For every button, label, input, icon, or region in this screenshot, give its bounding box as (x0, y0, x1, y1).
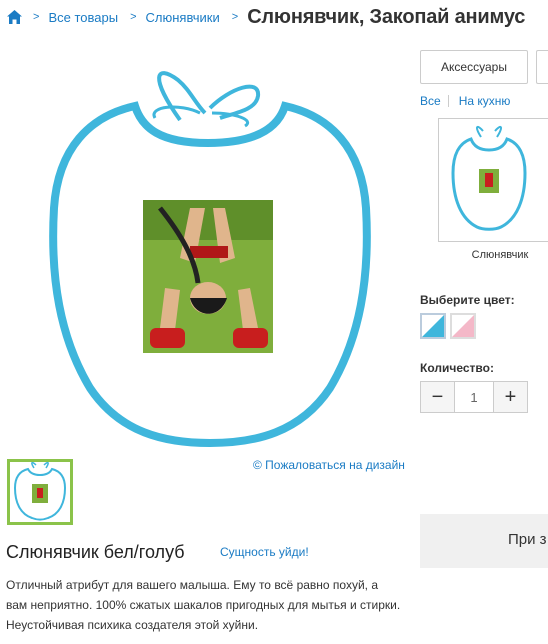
product-type-card[interactable] (438, 118, 548, 242)
buy-label: При з (508, 531, 547, 548)
complain-design-link[interactable]: © Пожаловаться на дизайн (253, 458, 405, 472)
filter-divider (447, 95, 449, 107)
category-tabs: Аксессуары (420, 50, 548, 84)
breadcrumb-bibs[interactable]: Слюнявчики (146, 10, 220, 25)
color-swatch-white-blue[interactable] (420, 313, 446, 339)
tab-next[interactable] (536, 50, 548, 84)
filter-all[interactable]: Все (420, 94, 441, 108)
product-title: Слюнявчик бел/голуб (6, 542, 185, 562)
main-product-image (30, 58, 390, 448)
home-icon[interactable] (6, 9, 23, 25)
quantity-label: Количество: (420, 361, 494, 375)
quantity-stepper: − 1 + (420, 381, 528, 413)
buy-panel[interactable]: При з (420, 514, 548, 568)
product-description: Отличный атрибут для вашего малыша. Ему … (6, 578, 401, 632)
product-thumbnail[interactable] (7, 459, 73, 525)
filter-kitchen[interactable]: На кухню (459, 94, 511, 108)
breadcrumb-all-products[interactable]: Все товары (48, 10, 118, 25)
breadcrumb-separator: > (130, 11, 137, 23)
breadcrumb-separator: > (33, 11, 40, 23)
page-title: Слюнявчик, Закопай анимус (247, 5, 526, 28)
product-subtitle-link[interactable]: Сущность уйди! (220, 545, 309, 559)
quantity-input[interactable]: 1 (455, 382, 493, 412)
color-label: Выберите цвет: (420, 293, 515, 307)
product-type-label: Слюнявчик (471, 249, 529, 261)
breadcrumb-separator: > (231, 11, 239, 23)
tab-accessories[interactable]: Аксессуары (420, 50, 528, 84)
breadcrumb: > Все товары > Слюнявчики > Слюнявчик, З… (6, 4, 525, 30)
quantity-minus-button[interactable]: − (421, 382, 455, 412)
quantity-plus-button[interactable]: + (493, 382, 527, 412)
color-swatch-white-pink[interactable] (450, 313, 476, 339)
filter-bar: Все На кухню (420, 94, 510, 108)
